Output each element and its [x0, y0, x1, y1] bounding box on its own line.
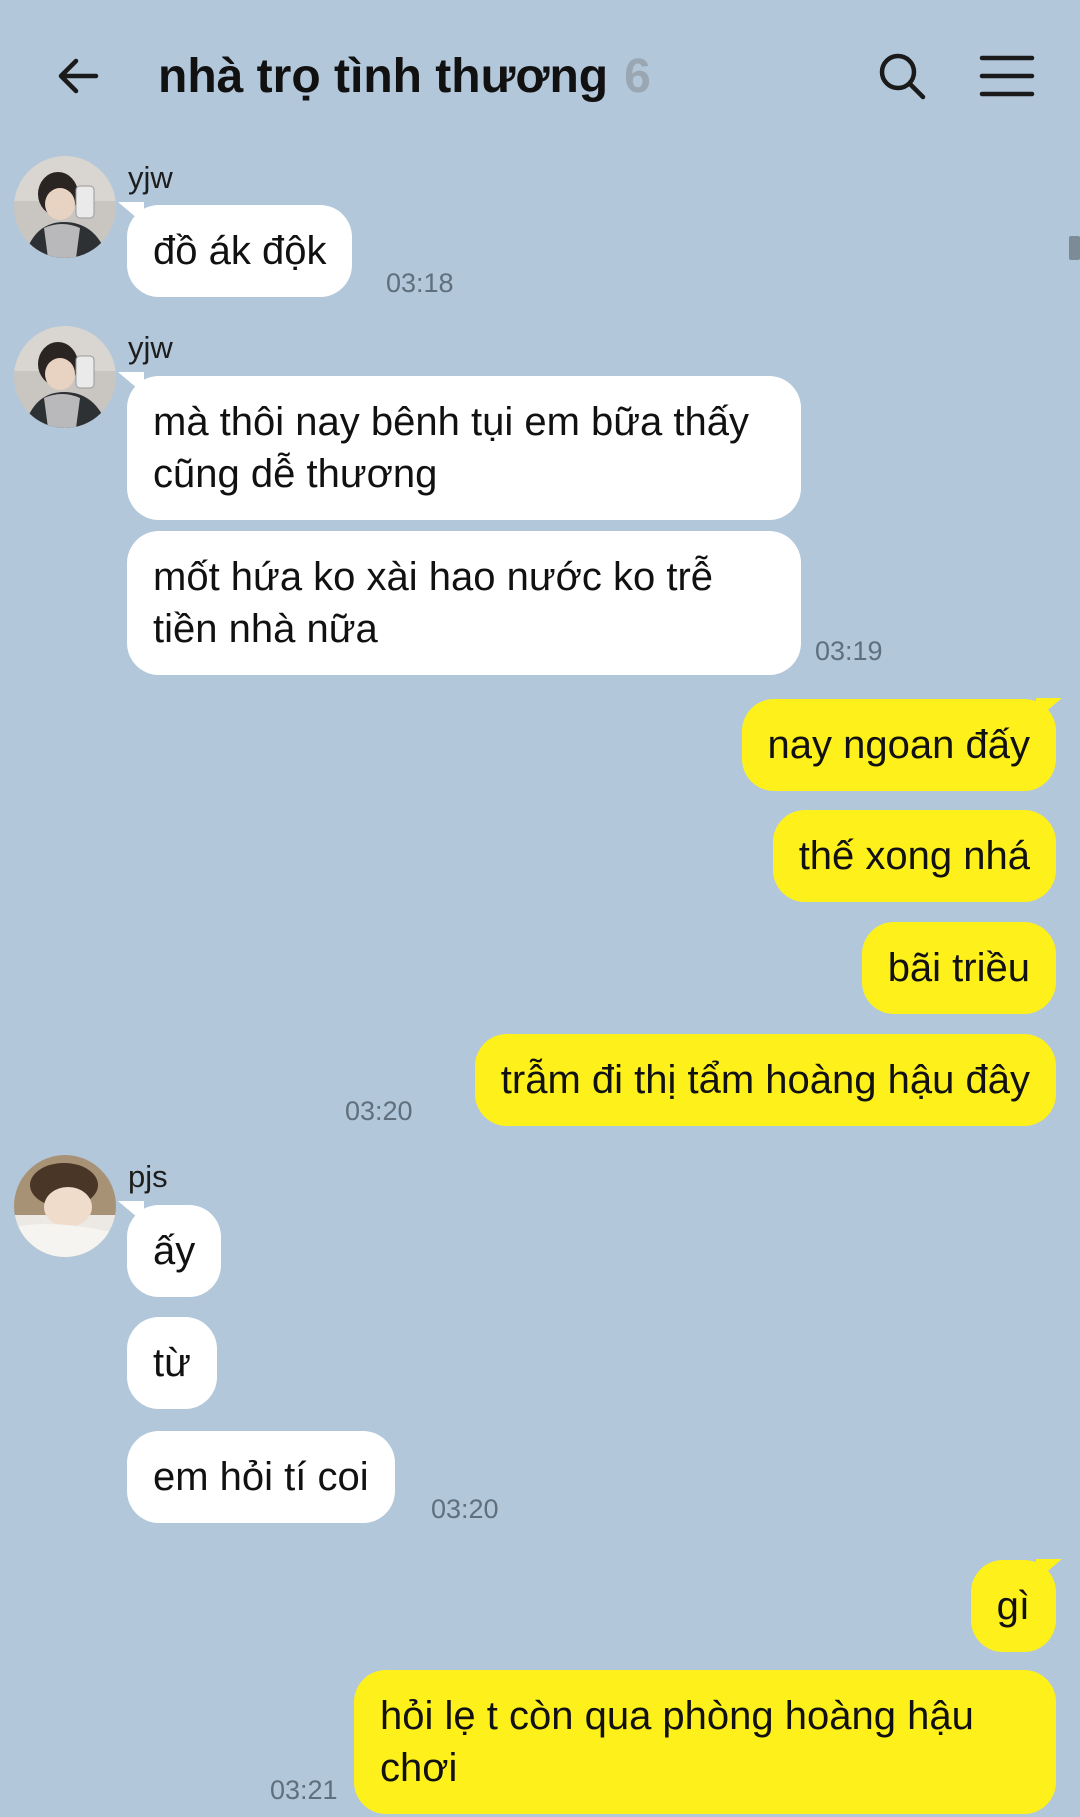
incoming-message[interactable]: từ: [127, 1317, 217, 1409]
message-time: 03:20: [345, 1096, 413, 1126]
back-button[interactable]: [46, 44, 110, 108]
message-time: 03:21: [270, 1775, 338, 1805]
message-time: 03:18: [386, 268, 454, 298]
avatar-yjw[interactable]: [14, 156, 116, 258]
incoming-message[interactable]: ấy: [127, 1205, 222, 1297]
avatar-photo: [14, 156, 116, 258]
hamburger-menu-icon: [979, 55, 1035, 97]
outgoing-message[interactable]: thế xong nhá: [772, 810, 1056, 902]
search-button[interactable]: [870, 44, 934, 108]
member-count: 6: [624, 49, 651, 103]
sender-name: pjs: [128, 1159, 168, 1194]
avatar-yjw[interactable]: [14, 326, 116, 428]
outgoing-message[interactable]: nay ngoan đấy: [741, 699, 1056, 791]
avatar-pjs[interactable]: [14, 1155, 116, 1257]
search-icon: [879, 53, 926, 100]
outgoing-message[interactable]: trẫm đi thị tẩm hoàng hậu đây: [474, 1034, 1056, 1126]
message-time: 03:20: [431, 1494, 499, 1524]
outgoing-message[interactable]: hỏi lẹ t còn qua phòng hoàng hậu chơi: [354, 1670, 1056, 1814]
chat-title: nhà trọ tình thương 6: [158, 44, 651, 108]
sender-name: yjw: [128, 330, 173, 365]
message-time: 03:19: [815, 636, 883, 666]
incoming-message[interactable]: mà thôi nay bênh tụi em bữa thấy cũng dễ…: [127, 376, 801, 520]
incoming-message[interactable]: đồ ák độk: [127, 205, 353, 297]
menu-button[interactable]: [975, 44, 1039, 108]
incoming-message[interactable]: mốt hứa ko xài hao nước ko trễ tiền nhà …: [127, 531, 801, 675]
avatar-photo: [14, 326, 116, 428]
arrow-left-icon: [58, 58, 99, 94]
scrollbar-thumb[interactable]: [1069, 236, 1080, 260]
sender-name: yjw: [128, 160, 173, 195]
chat-header: nhà trọ tình thương 6: [0, 0, 1080, 150]
avatar-photo: [14, 1155, 116, 1257]
incoming-message[interactable]: em hỏi tí coi: [127, 1431, 395, 1523]
outgoing-message[interactable]: bãi triều: [861, 922, 1056, 1014]
outgoing-message[interactable]: gì: [970, 1560, 1056, 1652]
chat-room-name: nhà trọ tình thương: [158, 49, 609, 103]
